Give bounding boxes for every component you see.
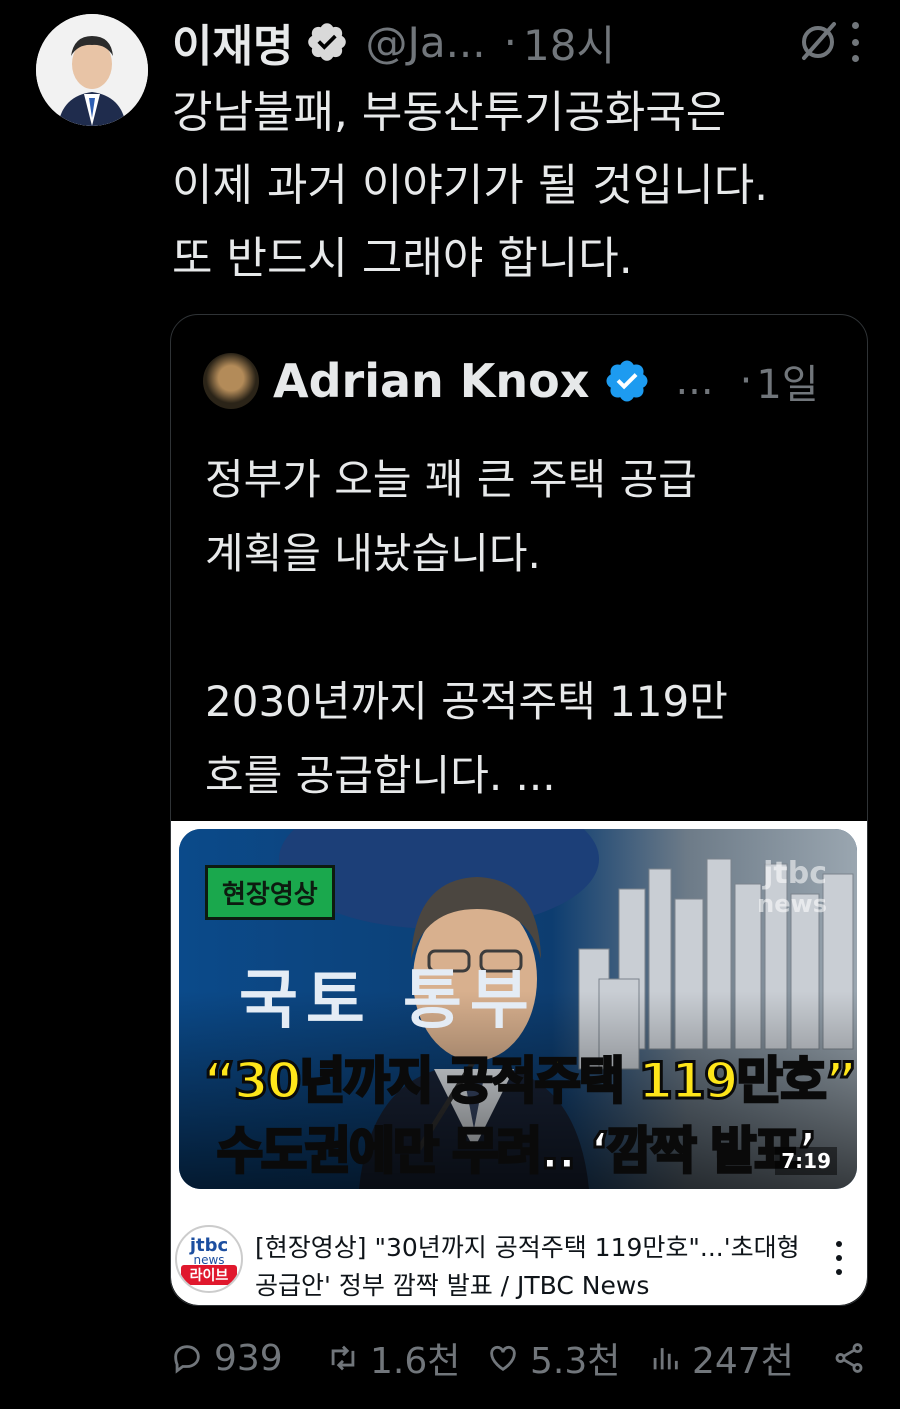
quoted-author-name: Adrian Knox [273,354,590,408]
heart-icon [490,1345,516,1372]
reply-icon [174,1345,200,1374]
tweet-header: 이재명 @Ja... · 18시 [172,12,880,73]
tweet-text: 강남불패, 부동산투기공화국은 이제 과거 이야기가 될 것입니다. 또 반드시… [172,87,769,284]
thumbnail-background-sign: 국토 통부 [239,964,537,1038]
author-handle[interactable]: @Ja... [365,18,485,67]
views-button[interactable]: 247천 [648,1330,794,1386]
retweet-count: 1.6천 [370,1341,461,1382]
more-options-icon[interactable] [850,22,860,62]
quoted-author-avatar [203,353,259,409]
grok-icon[interactable] [794,18,842,66]
watermark-brand: jtbc [763,856,827,891]
jtbc-watermark: jtbc news [757,859,827,919]
watermark-sub: news [757,890,827,918]
author-name[interactable]: 이재명 [172,10,293,74]
verified-badge-icon [308,23,347,61]
separator-dot: · [503,17,517,67]
tweet-time[interactable]: 18시 [523,12,615,73]
live-badge: 라이브 [181,1265,237,1285]
thumbnail-tag: 현장영상 [205,865,335,920]
video-thumbnail[interactable]: 현장영상 국토 통부 jtbc news “30년까지 공적주택 119만호” … [179,829,857,1189]
action-bar: 939 1.6천 5.3천 247천 [170,1330,880,1386]
verified-badge-icon [606,360,648,402]
card-more-icon[interactable] [835,1241,843,1275]
thumbnail-headline-1: “30년까지 공적주택 119만호” [202,1051,857,1112]
like-count: 5.3천 [530,1341,621,1382]
video-title[interactable]: [현장영상] "30년까지 공적주택 119만호"...'초대형 공급안' 정부… [255,1229,815,1305]
reply-count: 939 [214,1337,283,1379]
video-duration: 7:19 [775,1147,837,1175]
channel-logo[interactable]: jtbc news 라이브 [175,1225,243,1293]
quoted-tweet[interactable]: Adrian Knox ... · 1일 정부가 오늘 꽤 큰 주택 공급 계획… [170,314,868,1306]
author-avatar[interactable] [36,14,148,126]
views-icon [653,1348,678,1370]
retweet-icon [331,1345,355,1371]
reply-button[interactable]: 939 [170,1330,283,1386]
thumbnail-headline-2: 수도권에만 무려.. ‘깜짝 발표’ [215,1121,818,1182]
separator-dot: · [739,358,753,404]
video-link-card[interactable]: 현장영상 국토 통부 jtbc news “30년까지 공적주택 119만호” … [171,821,867,1305]
views-count: 247천 [692,1341,794,1382]
share-button[interactable] [832,1330,876,1386]
quoted-tweet-time: 1일 [756,362,819,408]
quoted-handle-truncated: ... [675,358,714,404]
quoted-tweet-header: Adrian Knox ... · 1일 [203,351,837,411]
like-button[interactable]: 5.3천 [486,1330,620,1386]
retweet-button[interactable]: 1.6천 [326,1330,460,1386]
quoted-tweet-text: 정부가 오늘 꽤 큰 주택 공급 계획을 내놨습니다. 2030년까지 공적주택… [205,455,728,800]
share-icon [835,1343,863,1373]
